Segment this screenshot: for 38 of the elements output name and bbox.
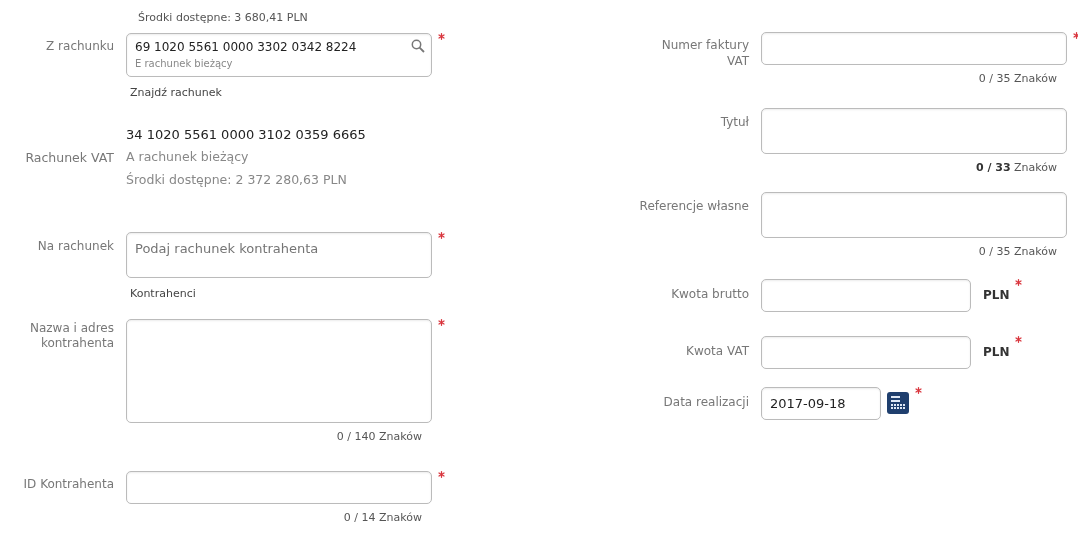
account-name: A rachunek bieżący bbox=[126, 147, 250, 166]
character-counter: 0 / 14 Znaków bbox=[342, 510, 423, 526]
text-field[interactable] bbox=[126, 471, 432, 504]
character-counter: 0 / 140 Znaków bbox=[335, 428, 423, 445]
account-name: E rachunek bieżący bbox=[135, 57, 234, 71]
account-number: 34 1020 5561 0000 3102 0359 6665 bbox=[126, 126, 367, 144]
field-label: Kwota brutto bbox=[670, 285, 750, 303]
amount-field[interactable] bbox=[761, 278, 971, 312]
field-label: Kwota VAT bbox=[685, 342, 750, 360]
currency-label: PLN bbox=[983, 344, 1010, 361]
link[interactable]: Znajdź rachunek bbox=[130, 84, 222, 101]
field-label: Z rachunku bbox=[45, 37, 115, 55]
text-field[interactable] bbox=[761, 107, 1067, 154]
amount-field[interactable] bbox=[761, 335, 971, 369]
available-funds: Środki dostępne: 3 680,41 PLN bbox=[138, 10, 309, 26]
field-label: Na rachunek bbox=[36, 238, 115, 255]
text-area[interactable] bbox=[126, 318, 432, 423]
search-icon[interactable] bbox=[411, 38, 425, 53]
field-label: Data realizacji bbox=[662, 393, 750, 411]
character-counter: 0 / 35 Znaków bbox=[977, 244, 1058, 260]
account-number: 69 1020 5561 0000 3302 0342 8224 bbox=[135, 38, 357, 56]
text-field[interactable]: Podaj rachunek kontrahenta bbox=[126, 232, 432, 278]
text-field[interactable] bbox=[761, 32, 1067, 65]
currency-label: PLN bbox=[983, 287, 1010, 304]
field-label: Numer faktury VAT bbox=[660, 37, 750, 70]
character-counter: 0 / 35 Znaków bbox=[977, 71, 1058, 87]
field-label: Rachunek VAT bbox=[24, 150, 115, 167]
field-label: Nazwa i adres kontrahenta bbox=[28, 319, 115, 352]
field-label: Referencje własne bbox=[638, 198, 750, 215]
date-field[interactable]: 2017-09-18 bbox=[761, 386, 881, 420]
available-funds: Środki dostępne: 2 372 280,63 PLN bbox=[126, 171, 348, 190]
link[interactable]: Kontrahenci bbox=[130, 286, 196, 303]
character-counter: 0 / 33 Znaków bbox=[974, 159, 1058, 176]
account-field[interactable]: 69 1020 5561 0000 3302 0342 8224 E rachunek bieżący bbox=[126, 32, 432, 77]
field-label: Tytuł bbox=[719, 113, 750, 131]
field-label: ID Kontrahenta bbox=[22, 476, 115, 493]
text-field[interactable] bbox=[761, 192, 1067, 238]
calendar-icon[interactable] bbox=[887, 392, 909, 414]
